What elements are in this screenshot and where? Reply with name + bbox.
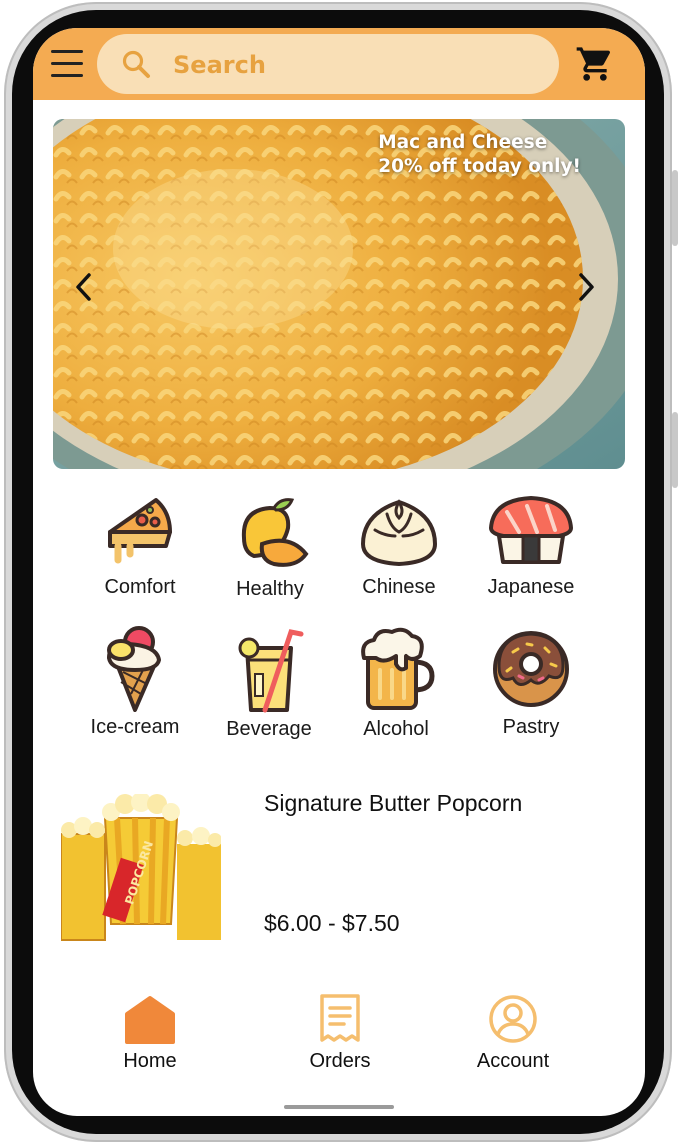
receipt-icon: [320, 994, 360, 1042]
category-comfort[interactable]: Comfort: [75, 492, 205, 599]
category-chinese[interactable]: Chinese: [334, 492, 464, 599]
product-card[interactable]: POPCORN Signature Butter Popcorn $6.00 -…: [57, 786, 627, 946]
category-beverage[interactable]: Beverage: [204, 626, 334, 741]
home-indicator[interactable]: [284, 1105, 394, 1109]
search-icon: [122, 50, 150, 78]
volume-up-button: [672, 170, 678, 246]
home-icon: [125, 996, 175, 1044]
chevron-right-icon[interactable]: [571, 267, 601, 307]
category-pastry[interactable]: Pastry: [466, 626, 596, 739]
category-label: Chinese: [362, 576, 436, 598]
popcorn-product-image: POPCORN: [61, 794, 221, 941]
pizza-slice-icon: [108, 498, 172, 564]
tab-home[interactable]: Home: [90, 994, 210, 1073]
hamburger-menu-icon[interactable]: [51, 50, 83, 82]
category-ice-cream[interactable]: Ice-cream: [70, 624, 200, 739]
category-label: Alcohol: [363, 718, 429, 740]
banner-title: Mac and Cheese: [378, 132, 548, 153]
category-label: Japanese: [487, 576, 575, 598]
category-label: Beverage: [226, 718, 312, 740]
category-label: Ice-cream: [90, 716, 180, 738]
category-japanese[interactable]: Japanese: [466, 492, 596, 599]
search-bar[interactable]: [97, 34, 559, 94]
lemonade-glass-icon: [238, 629, 304, 713]
banner-subtitle: 20% off today only!: [378, 156, 581, 177]
mango-icon: [241, 498, 309, 567]
banner-caption: Mac and Cheese 20% off today only!: [378, 131, 581, 179]
tab-account[interactable]: Account: [453, 994, 573, 1073]
shopping-cart-icon[interactable]: [575, 44, 615, 84]
tab-orders[interactable]: Orders: [280, 994, 400, 1073]
category-label: Healthy: [236, 578, 304, 600]
sushi-icon: [488, 495, 574, 564]
volume-down-button: [672, 412, 678, 488]
app-screen: Mac and Cheese 20% off today only! Comfo…: [33, 28, 645, 1116]
category-alcohol[interactable]: Alcohol: [331, 624, 461, 741]
user-circle-icon: [489, 995, 537, 1043]
category-label: Pastry: [502, 716, 560, 738]
search-input[interactable]: [171, 46, 535, 84]
donut-icon: [493, 631, 569, 707]
ice-cream-cone-icon: [106, 626, 162, 712]
tab-label: Home: [123, 1050, 177, 1072]
category-label: Comfort: [104, 576, 176, 598]
bao-bun-icon: [360, 499, 438, 567]
bottom-tab-bar: Home Orders Account: [33, 994, 645, 1094]
beer-mug-icon: [361, 627, 435, 710]
category-healthy[interactable]: Healthy: [205, 494, 335, 601]
product-name: Signature Butter Popcorn: [264, 790, 523, 816]
top-bar: [33, 28, 645, 100]
chevron-left-icon[interactable]: [69, 267, 99, 307]
product-price: $6.00 - $7.50: [264, 910, 400, 936]
tab-label: Account: [476, 1050, 550, 1072]
promo-banner[interactable]: Mac and Cheese 20% off today only!: [53, 119, 625, 469]
tab-label: Orders: [309, 1050, 371, 1072]
